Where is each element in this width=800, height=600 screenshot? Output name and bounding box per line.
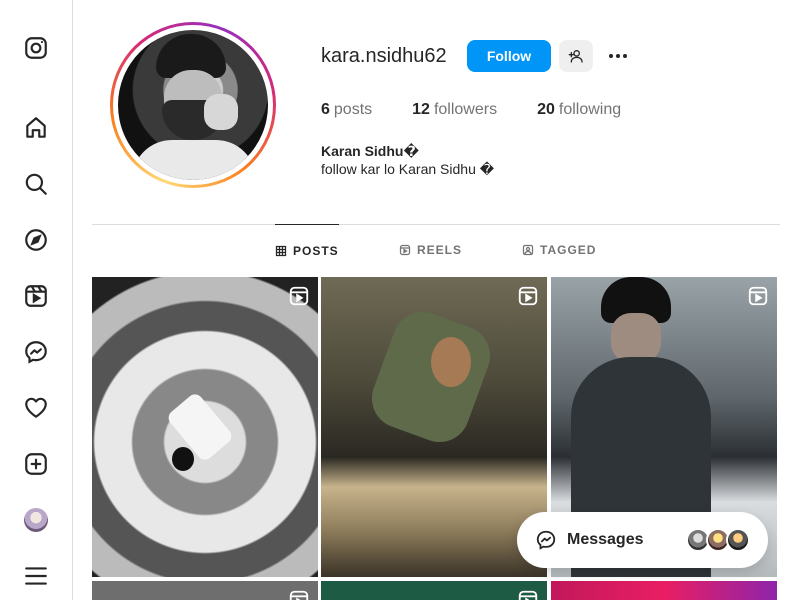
messages-label: Messages — [567, 531, 644, 548]
tagged-icon — [522, 244, 534, 256]
tab-reels[interactable]: REELS — [399, 224, 462, 276]
more-dots-icon — [609, 54, 627, 58]
followers-link[interactable]: 12 followers — [412, 101, 497, 119]
reels-tab-icon — [399, 244, 411, 256]
reel-indicator-icon — [748, 286, 768, 306]
suggested-users-button[interactable] — [559, 40, 593, 72]
follow-button[interactable]: Follow — [467, 40, 551, 72]
explore-icon[interactable] — [22, 226, 50, 254]
search-icon[interactable] — [22, 170, 50, 198]
reel-indicator-icon — [289, 590, 309, 600]
reel-indicator-icon — [518, 590, 538, 600]
grid-post-5[interactable] — [321, 581, 547, 600]
home-icon[interactable] — [22, 114, 50, 142]
profile-options-button[interactable] — [603, 42, 633, 70]
profile-picture-story-ring[interactable] — [110, 22, 276, 188]
more-menu-icon[interactable] — [22, 562, 50, 590]
notifications-heart-icon[interactable] — [22, 394, 50, 422]
profile-main: kara.nsidhu62 Follow 6 posts 12 followers … — [73, 0, 800, 600]
tab-tagged[interactable]: TAGGED — [522, 224, 596, 276]
grid-post-1[interactable] — [92, 277, 318, 577]
grid-post-2[interactable] — [321, 277, 547, 577]
sidebar-nav — [0, 0, 73, 600]
messenger-icon[interactable] — [22, 338, 50, 366]
reels-icon[interactable] — [22, 282, 50, 310]
create-icon[interactable] — [22, 450, 50, 478]
avatar — [726, 528, 750, 552]
profile-picture — [118, 30, 268, 180]
profile-avatar[interactable] — [24, 508, 48, 532]
profile-full-name: Karan Sidhu� — [321, 143, 420, 159]
grid-post-4[interactable] — [92, 581, 318, 600]
profile-stats: 6 posts 12 followers 20 following — [321, 101, 661, 119]
instagram-logo-icon[interactable] — [22, 34, 50, 62]
tab-posts[interactable]: POSTS — [275, 224, 339, 276]
messenger-icon — [536, 530, 556, 550]
reel-indicator-icon — [518, 286, 538, 306]
grid-post-6[interactable] — [551, 581, 777, 600]
profile-username: kara.nsidhu62 — [321, 45, 447, 67]
profile-bio: follow kar lo Karan Sidhu � — [321, 161, 495, 177]
grid-icon — [275, 245, 287, 256]
reel-indicator-icon — [289, 286, 309, 306]
add-person-icon — [568, 50, 583, 63]
messages-button[interactable]: Messages — [517, 512, 768, 568]
posts-count: 6 posts — [321, 101, 373, 118]
message-avatars — [686, 528, 750, 552]
following-link[interactable]: 20 following — [537, 101, 621, 119]
profile-tabs: POSTS REELS TAGGED — [92, 224, 780, 276]
